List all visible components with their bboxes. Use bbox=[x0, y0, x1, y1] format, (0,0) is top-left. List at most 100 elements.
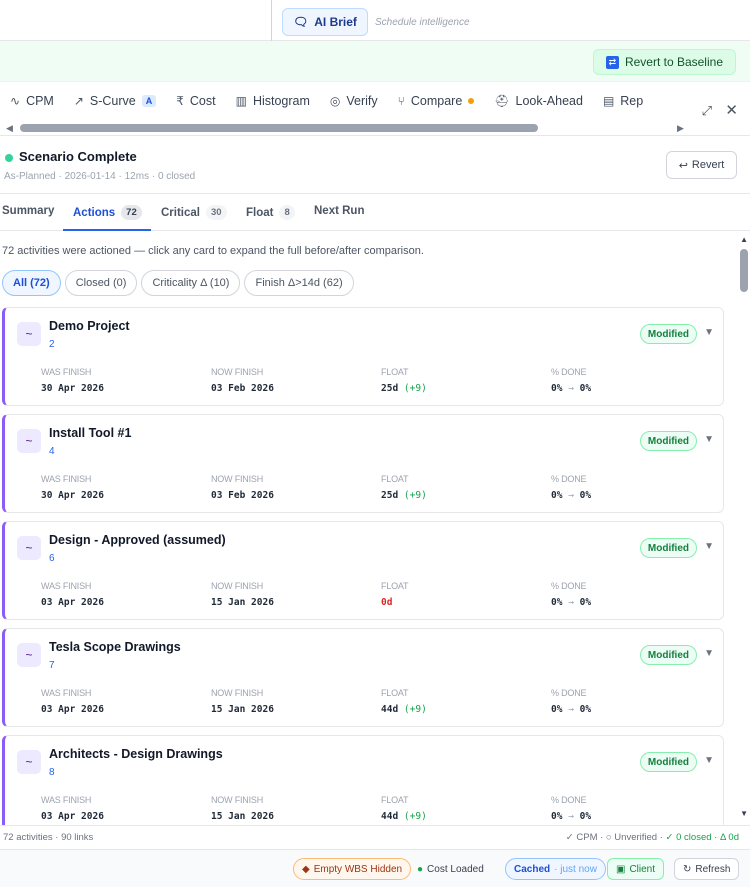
tab-compare[interactable]: ⑂ Compare bbox=[398, 90, 475, 112]
bottom-bar: ◆ Empty WBS Hidden ● Cost Loaded Cached … bbox=[0, 849, 750, 887]
tab-cpm[interactable]: ∿ CPM bbox=[10, 90, 54, 112]
activity-card[interactable]: ~ Architects - Design Drawings 8 Modifie… bbox=[2, 735, 724, 825]
percent-done-value: 0% → 0% bbox=[551, 704, 591, 715]
vertical-scrollbar[interactable] bbox=[738, 236, 750, 822]
float-delta: (+9) bbox=[403, 490, 427, 501]
column-label: FLOAT bbox=[381, 367, 409, 377]
filter-finish-delta[interactable]: Finish Δ>14d (62) bbox=[244, 270, 354, 296]
tab-float[interactable]: Float 8 bbox=[246, 205, 295, 220]
tab-report[interactable]: ▤ Rep bbox=[603, 90, 643, 112]
now-finish-value: 03 Feb 2026 bbox=[211, 490, 274, 501]
filter-all[interactable]: All (72) bbox=[2, 270, 61, 296]
float-days: 44d bbox=[381, 811, 399, 822]
tab-count: 72 bbox=[121, 205, 142, 220]
done-to: 0% bbox=[579, 811, 592, 822]
scroll-up-icon[interactable]: ▲ bbox=[740, 235, 748, 244]
percent-done: % DONE 0% → 0% bbox=[551, 367, 591, 394]
chevron-down-icon[interactable]: ▼ bbox=[704, 327, 714, 338]
tab-label: Cost bbox=[189, 94, 216, 108]
tab-next-run[interactable]: Next Run bbox=[314, 205, 364, 217]
activity-name: Design - Approved (assumed) bbox=[49, 533, 226, 547]
vertical-scrollbar-thumb[interactable] bbox=[740, 249, 748, 292]
column-label: NOW FINISH bbox=[211, 581, 263, 591]
tab-s-curve[interactable]: ↗ S-Curve A bbox=[74, 90, 157, 112]
activity-id[interactable]: 4 bbox=[49, 446, 55, 457]
activity-id[interactable]: 7 bbox=[49, 660, 55, 671]
done-to: 0% bbox=[579, 490, 592, 501]
scroll-left-icon[interactable]: ◀ bbox=[6, 123, 13, 134]
tab-verify[interactable]: ◎ Verify bbox=[330, 90, 378, 112]
now-finish-value: 15 Jan 2026 bbox=[211, 704, 274, 715]
close-icon[interactable]: ✕ bbox=[725, 101, 738, 119]
now-finish-value: 03 Feb 2026 bbox=[211, 383, 274, 394]
tab-label: Compare bbox=[410, 94, 463, 108]
empty-wbs-hidden-toggle[interactable]: ◆ Empty WBS Hidden bbox=[293, 858, 412, 880]
scenario-header: Scenario Complete As-Planned · 2026-01-1… bbox=[0, 136, 750, 194]
tab-critical[interactable]: Critical 30 bbox=[161, 205, 227, 220]
column-label: NOW FINISH bbox=[211, 795, 263, 805]
column-label: WAS FINISH bbox=[41, 795, 92, 805]
check-circle-icon: ◎ bbox=[329, 94, 341, 108]
float-days: 25d bbox=[381, 490, 399, 501]
ai-brief-button[interactable]: 🗨 AI Brief bbox=[282, 8, 368, 36]
refresh-button[interactable]: ↻ Refresh bbox=[674, 858, 740, 880]
tabs-overflow-fade bbox=[680, 82, 750, 120]
revert-button[interactable]: ↩ Revert bbox=[666, 151, 737, 179]
tab-label: Summary bbox=[2, 205, 55, 217]
activity-card[interactable]: ~ Install Tool #1 4 Modified ▼ WAS FINIS… bbox=[2, 414, 724, 513]
chat-icon: 🗨 bbox=[293, 15, 309, 29]
tab-histogram[interactable]: ▥ Histogram bbox=[236, 90, 310, 112]
float: FLOAT 0d bbox=[381, 581, 409, 608]
revert-to-baseline-button[interactable]: ⇄ Revert to Baseline bbox=[592, 49, 736, 75]
notification-dot bbox=[468, 98, 475, 104]
status-badge: Modified bbox=[639, 324, 697, 344]
activity-id[interactable]: 8 bbox=[49, 767, 55, 778]
undo-icon: ↩ bbox=[678, 159, 688, 172]
tilde-icon: ~ bbox=[17, 322, 41, 346]
client-button[interactable]: ▣ Client bbox=[607, 858, 665, 880]
ai-brief-label: AI Brief bbox=[314, 15, 357, 29]
refresh-label: Refresh bbox=[695, 863, 731, 875]
column-label: FLOAT bbox=[381, 688, 409, 698]
tab-actions[interactable]: Actions 72 bbox=[73, 205, 142, 220]
activity-card[interactable]: ~ Design - Approved (assumed) 6 Modified… bbox=[2, 521, 724, 620]
activity-card[interactable]: ~ Demo Project 2 Modified ▼ WAS FINISH 3… bbox=[2, 307, 724, 406]
horizontal-scrollbar[interactable]: ◀ ▶ bbox=[0, 120, 750, 136]
chevron-down-icon[interactable]: ▼ bbox=[704, 755, 714, 766]
arrow-right-icon: → bbox=[568, 383, 574, 394]
baseline-bar: ⇄ Revert to Baseline bbox=[0, 41, 750, 82]
filter-criticality[interactable]: Criticality Δ (10) bbox=[141, 270, 241, 296]
column-label: % DONE bbox=[551, 474, 587, 484]
scrollbar-thumb[interactable] bbox=[20, 124, 538, 132]
float-days: 0d bbox=[381, 597, 393, 608]
percent-done: % DONE 0% → 0% bbox=[551, 581, 591, 608]
column-label: % DONE bbox=[551, 367, 587, 377]
cached-indicator[interactable]: Cached · just now bbox=[505, 858, 606, 880]
activity-card[interactable]: ~ Tesla Scope Drawings 7 Modified ▼ WAS … bbox=[2, 628, 724, 727]
arrow-right-icon: → bbox=[568, 704, 574, 715]
done-to: 0% bbox=[579, 383, 592, 394]
was-finish-value: 03 Apr 2026 bbox=[41, 811, 104, 822]
chevron-down-icon[interactable]: ▼ bbox=[704, 434, 714, 445]
float: FLOAT 44d (+9) bbox=[381, 688, 427, 715]
tab-look-ahead[interactable]: ⛑ Look-Ahead bbox=[494, 90, 583, 112]
activity-id[interactable]: 6 bbox=[49, 553, 55, 564]
percent-done-value: 0% → 0% bbox=[551, 597, 591, 608]
tab-label: Next Run bbox=[314, 205, 365, 217]
diamond-icon: ◆ bbox=[302, 863, 310, 875]
column-label: WAS FINISH bbox=[41, 581, 92, 591]
expand-icon[interactable]: ⤢ bbox=[702, 103, 712, 119]
scroll-down-icon[interactable]: ▼ bbox=[740, 809, 748, 818]
chevron-down-icon[interactable]: ▼ bbox=[704, 541, 714, 552]
activity-id[interactable]: 2 bbox=[49, 339, 55, 350]
tab-badge: A bbox=[141, 95, 157, 107]
now-finish: NOW FINISH 15 Jan 2026 bbox=[211, 581, 274, 608]
filter-closed[interactable]: Closed (0) bbox=[64, 270, 138, 296]
scroll-right-icon[interactable]: ▶ bbox=[677, 123, 684, 134]
chevron-down-icon[interactable]: ▼ bbox=[704, 648, 714, 659]
tab-cost[interactable]: ₹ Cost bbox=[176, 90, 215, 112]
column-label: NOW FINISH bbox=[211, 688, 263, 698]
tab-summary[interactable]: Summary bbox=[2, 205, 54, 217]
done-from: 0% bbox=[551, 597, 563, 608]
tab-label: S-Curve bbox=[89, 94, 136, 108]
